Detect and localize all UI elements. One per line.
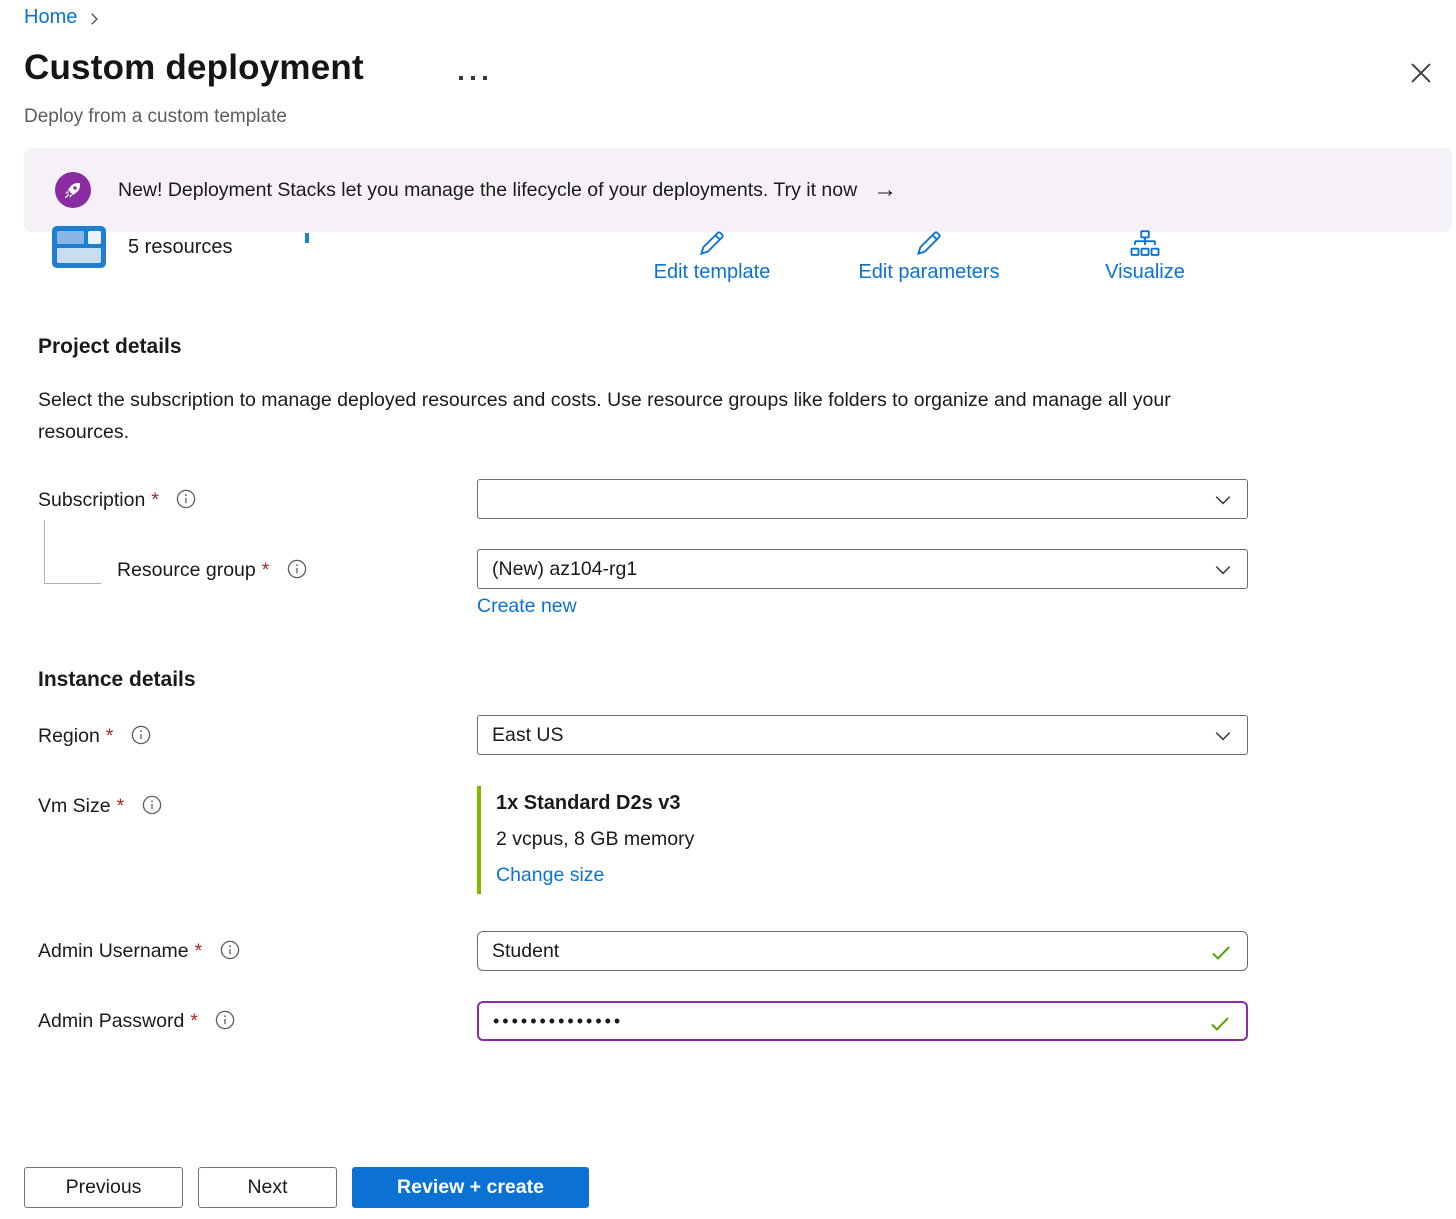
required-asterisk: * [106, 725, 114, 747]
project-details-heading: Project details [38, 335, 182, 359]
change-size-link[interactable]: Change size [496, 862, 604, 888]
edit-parameters-label: Edit parameters [819, 261, 1039, 284]
vm-size-specs: 2 vcpus, 8 GB memory [496, 826, 694, 852]
chevron-down-icon [1214, 491, 1232, 509]
resource-group-dropdown[interactable]: (New) az104-rg1 [477, 549, 1248, 589]
resource-count: 5 resources [128, 236, 233, 259]
admin-password-label: Admin Password* [38, 1010, 235, 1033]
rocket-icon [55, 172, 91, 208]
visualize-label: Visualize [1035, 261, 1255, 284]
admin-username-input[interactable] [492, 940, 1195, 963]
required-asterisk: * [151, 489, 159, 511]
subscription-label: Subscription* [38, 489, 196, 512]
create-new-link[interactable]: Create new [477, 595, 577, 618]
vm-size-name: 1x Standard D2s v3 [496, 790, 694, 816]
page-title: Custom deployment [24, 48, 364, 87]
info-icon[interactable] [131, 725, 151, 745]
info-icon[interactable] [176, 489, 196, 509]
custom-deployment-page: Home Custom deployment Deploy from a cus… [0, 0, 1456, 1219]
instance-details-heading: Instance details [38, 668, 196, 692]
template-icon [52, 226, 106, 268]
visualize-link[interactable]: Visualize [1035, 226, 1255, 284]
close-icon[interactable] [1408, 60, 1434, 86]
wizard-footer: Previous Next Review + create [24, 1167, 589, 1208]
template-bar: 5 resources Edit template Edit parameter… [24, 226, 1432, 290]
org-chart-icon [1035, 226, 1255, 258]
info-icon[interactable] [287, 559, 307, 579]
page-subtitle: Deploy from a custom template [24, 106, 287, 128]
chevron-down-icon [1214, 561, 1232, 579]
pencil-icon [819, 226, 1039, 258]
green-check-icon [1208, 1011, 1232, 1035]
info-icon[interactable] [142, 795, 162, 815]
admin-password-input[interactable] [493, 1011, 1194, 1032]
banner-text[interactable]: New! Deployment Stacks let you manage th… [118, 179, 857, 202]
green-check-icon [1209, 940, 1233, 964]
edit-parameters-link[interactable]: Edit parameters [819, 226, 1039, 284]
previous-button[interactable]: Previous [24, 1167, 183, 1208]
info-icon[interactable] [215, 1010, 235, 1030]
required-asterisk: * [195, 940, 203, 962]
deployment-stacks-banner[interactable]: New! Deployment Stacks let you manage th… [24, 148, 1452, 232]
region-dropdown[interactable]: East US [477, 715, 1248, 755]
review-create-button[interactable]: Review + create [352, 1167, 589, 1208]
required-asterisk: * [117, 795, 125, 817]
vm-size-label: Vm Size* [38, 795, 162, 818]
admin-username-label: Admin Username* [38, 940, 240, 963]
region-value: East US [492, 724, 564, 747]
more-actions-icon[interactable] [455, 72, 491, 84]
subscription-dropdown[interactable] [477, 479, 1248, 519]
pencil-icon [602, 226, 822, 258]
field-connector-line [44, 520, 101, 584]
edit-template-label: Edit template [602, 261, 822, 284]
template-resources: 5 resources [52, 226, 233, 268]
admin-password-field-wrap [477, 1001, 1248, 1041]
required-asterisk: * [190, 1010, 198, 1032]
edit-template-link[interactable]: Edit template [602, 226, 822, 284]
next-button[interactable]: Next [198, 1167, 337, 1208]
breadcrumb: Home [24, 6, 101, 29]
resource-group-label: Resource group* [117, 559, 307, 582]
arrow-right-icon: → [873, 178, 897, 202]
chevron-down-icon [1214, 727, 1232, 745]
required-asterisk: * [262, 559, 270, 581]
title-row: Custom deployment [24, 48, 1438, 98]
resource-group-value: (New) az104-rg1 [492, 558, 637, 581]
breadcrumb-home-link[interactable]: Home [24, 6, 77, 29]
info-icon[interactable] [220, 940, 240, 960]
admin-username-field-wrap [477, 931, 1248, 971]
project-description: Select the subscription to manage deploy… [38, 384, 1193, 448]
chevron-right-icon [87, 12, 101, 26]
vm-size-summary: 1x Standard D2s v3 2 vcpus, 8 GB memory … [477, 786, 694, 894]
region-label: Region* [38, 725, 151, 748]
